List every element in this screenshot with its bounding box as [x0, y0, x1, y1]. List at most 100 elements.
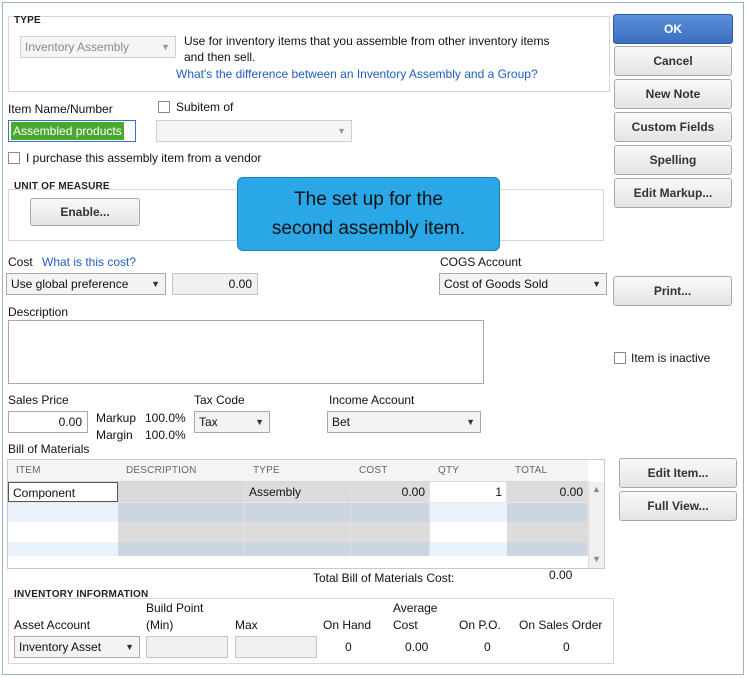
bom-cell-item[interactable]: Component: [8, 482, 118, 502]
subitem-label: Subitem of: [176, 100, 234, 114]
chevron-down-icon: ▼: [255, 417, 264, 427]
cost-preference-value: Use global preference: [11, 277, 129, 291]
bom-cell-empty: [245, 503, 351, 523]
chevron-down-icon: ▼: [151, 279, 160, 289]
bom-col-item: ITEM: [16, 465, 41, 476]
max-input[interactable]: [235, 636, 317, 658]
edit-item-button[interactable]: Edit Item...: [619, 458, 737, 488]
description-textarea[interactable]: [8, 320, 484, 384]
chevron-down-icon: ▼: [592, 279, 601, 289]
cogs-account-label: COGS Account: [440, 255, 522, 269]
callout-annotation: The set up for the second assembly item.: [237, 177, 500, 251]
difference-link[interactable]: What's the difference between an Invento…: [176, 67, 538, 81]
inventory-section-title: INVENTORY INFORMATION: [14, 589, 149, 600]
type-description-line2: and then sell.: [184, 50, 256, 64]
bom-cell-cost: 0.00: [351, 482, 430, 502]
bom-cell-description[interactable]: [118, 482, 245, 502]
bom-cell-empty: [351, 503, 430, 523]
spelling-button[interactable]: Spelling: [614, 145, 732, 175]
margin-value: 100.0%: [145, 428, 186, 442]
custom-fields-button[interactable]: Custom Fields: [614, 112, 732, 142]
subitem-dropdown[interactable]: ▼: [156, 120, 352, 142]
bom-col-total: TOTAL: [515, 465, 548, 476]
cancel-button[interactable]: Cancel: [614, 46, 732, 76]
item-type-dropdown[interactable]: Inventory Assembly ▼: [20, 36, 176, 58]
bom-total-value: 0.00: [549, 568, 573, 582]
bom-col-description: DESCRIPTION: [126, 465, 197, 476]
margin-label: Margin: [96, 428, 133, 442]
bom-cell-qty[interactable]: 1: [430, 482, 507, 502]
inactive-checkbox[interactable]: [614, 352, 626, 364]
bom-cell-empty: [351, 542, 430, 556]
asset-account-label: Asset Account: [14, 618, 91, 632]
cogs-account-value: Cost of Goods Sold: [444, 277, 549, 291]
cost-input[interactable]: 0.00: [172, 273, 258, 295]
bom-label: Bill of Materials: [8, 442, 90, 456]
table-row[interactable]: [8, 522, 588, 542]
cost-preference-dropdown[interactable]: Use global preference ▼: [6, 273, 166, 295]
table-row[interactable]: [8, 502, 588, 523]
bom-cell-total: 0.00: [507, 482, 588, 502]
scroll-down-arrow-icon[interactable]: ▼: [592, 554, 601, 564]
bom-cell-empty: [351, 522, 430, 542]
build-point-input[interactable]: [146, 636, 228, 658]
bom-cell-empty: [507, 503, 588, 523]
type-section-title: TYPE: [14, 15, 41, 26]
average-label: Average: [393, 601, 438, 615]
tax-code-label: Tax Code: [194, 393, 245, 407]
table-row[interactable]: [8, 542, 588, 556]
bom-cell-empty: [245, 542, 351, 556]
new-note-button[interactable]: New Note: [614, 79, 732, 109]
print-button[interactable]: Print...: [613, 276, 732, 306]
bom-header: ITEM DESCRIPTION TYPE COST QTY TOTAL: [8, 460, 588, 482]
on-sales-order-value: 0: [563, 640, 570, 654]
bom-cell-empty: [118, 522, 245, 542]
bom-col-qty: QTY: [438, 465, 460, 476]
callout-line2: second assembly item.: [271, 218, 466, 239]
scroll-up-arrow-icon[interactable]: ▲: [592, 484, 601, 494]
average-cost-label: Cost: [393, 618, 418, 632]
bom-col-type: TYPE: [253, 465, 280, 476]
chevron-down-icon: ▼: [161, 42, 170, 52]
sales-price-label: Sales Price: [8, 393, 69, 407]
sales-price-input[interactable]: 0.00: [8, 411, 88, 433]
item-name-input[interactable]: Assembled products: [8, 120, 136, 142]
asset-account-dropdown[interactable]: Inventory Asset ▼: [14, 636, 140, 658]
inactive-label: Item is inactive: [631, 351, 711, 365]
bom-cell-empty: [507, 522, 588, 542]
bom-cell-empty: [118, 503, 245, 523]
ok-button[interactable]: OK: [613, 14, 733, 44]
bom-cell-empty: [118, 542, 245, 556]
cost-label: Cost: [8, 255, 33, 269]
markup-value: 100.0%: [145, 411, 186, 425]
bom-col-cost: COST: [359, 465, 388, 476]
edit-markup-button[interactable]: Edit Markup...: [614, 178, 732, 208]
enable-unit-button[interactable]: Enable...: [30, 198, 140, 226]
item-name-label: Item Name/Number: [8, 102, 113, 116]
income-account-value: Bet: [332, 415, 351, 429]
income-account-label: Income Account: [329, 393, 415, 407]
item-type-value: Inventory Assembly: [25, 40, 130, 54]
average-cost-value: 0.00: [405, 640, 429, 654]
build-point-label: Build Point: [146, 601, 204, 615]
on-po-label: On P.O.: [459, 618, 501, 632]
cost-help-link[interactable]: What is this cost?: [42, 255, 136, 269]
on-hand-label: On Hand: [323, 618, 372, 632]
vendor-checkbox-label: I purchase this assembly item from a ven…: [26, 151, 262, 165]
income-account-dropdown[interactable]: Bet ▼: [327, 411, 481, 433]
subitem-checkbox[interactable]: [158, 101, 170, 113]
full-view-button[interactable]: Full View...: [619, 491, 737, 521]
tax-code-dropdown[interactable]: Tax ▼: [194, 411, 270, 433]
table-row[interactable]: Component Assembly 0.00 1 0.00: [8, 482, 588, 502]
cogs-account-dropdown[interactable]: Cost of Goods Sold ▼: [439, 273, 607, 295]
unit-of-measure-title: UNIT OF MEASURE: [14, 181, 110, 192]
description-label: Description: [8, 305, 69, 319]
bom-cell-empty: [245, 522, 351, 542]
on-hand-value: 0: [345, 640, 352, 654]
callout-line1: The set up for the: [294, 189, 443, 210]
chevron-down-icon: ▼: [337, 126, 346, 136]
type-description: Use for inventory items that you assembl…: [184, 34, 550, 48]
bom-cell-type: Assembly: [245, 482, 351, 502]
vendor-checkbox[interactable]: [8, 152, 20, 164]
bom-scrollbar[interactable]: ▲ ▼: [588, 482, 604, 568]
